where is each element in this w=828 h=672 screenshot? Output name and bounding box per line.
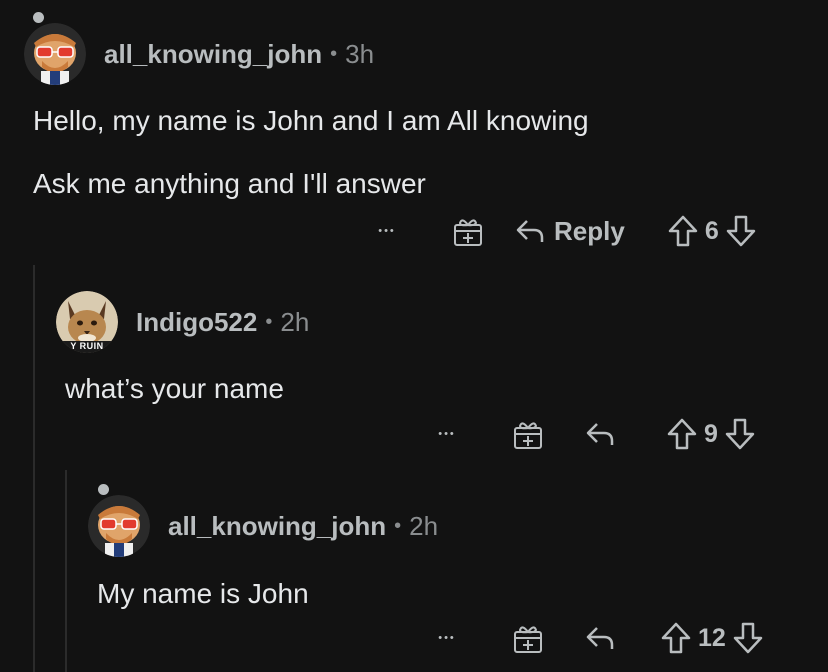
upvote-icon [661, 622, 691, 654]
upvote-icon [668, 215, 698, 247]
timestamp[interactable]: 3h [345, 39, 374, 70]
award-icon [454, 219, 482, 246]
upvote-icon [667, 418, 697, 450]
comment-1: all_knowing_john • 3h Hello, my name is … [0, 0, 828, 265]
downvote-button[interactable] [724, 417, 756, 451]
upvote-button[interactable] [666, 417, 698, 451]
snoo-avatar-icon [24, 23, 86, 85]
avatar[interactable] [24, 23, 86, 85]
reply-button[interactable] [584, 420, 616, 448]
award-button[interactable] [512, 622, 544, 654]
downvote-icon [726, 215, 755, 247]
separator-dot: • [330, 42, 338, 65]
comment-actions: ••• Reply 6 [370, 211, 757, 251]
comment-text-line-1: Hello, my name is John and I am All know… [33, 105, 589, 136]
downvote-icon [733, 622, 763, 654]
upvote-button[interactable] [667, 214, 699, 248]
more-icon: ••• [378, 225, 396, 237]
comment-3: all_knowing_john • 2h My name is John ••… [0, 470, 828, 672]
reply-arrow-icon [516, 220, 544, 242]
comment-text-line-1: what’s your name [65, 373, 284, 404]
comment-2: Y RUIN Indigo522 • 2h what’s your name •… [0, 265, 828, 470]
comment-header: all_knowing_john • 3h [24, 21, 374, 87]
award-button[interactable] [452, 215, 484, 247]
comment-meta: all_knowing_john • 3h [104, 39, 374, 70]
comment-header: Y RUIN Indigo522 • 2h [56, 289, 309, 355]
upvote-button[interactable] [660, 621, 692, 655]
comment-header: all_knowing_john • 2h [88, 493, 438, 559]
comment-actions: ••• 9 [430, 414, 756, 454]
username[interactable]: all_knowing_john [104, 39, 322, 70]
more-options-button[interactable]: ••• [370, 225, 404, 237]
award-button[interactable] [512, 418, 544, 450]
avatar[interactable] [88, 495, 150, 557]
award-icon [514, 626, 542, 653]
comment-meta: Indigo522 • 2h [136, 307, 309, 338]
avatar-caption: Y RUIN [70, 341, 104, 351]
reply-button[interactable]: Reply [514, 216, 625, 247]
reply-arrow-icon [586, 627, 614, 649]
snoo-avatar-icon [88, 495, 150, 557]
timestamp[interactable]: 2h [409, 511, 438, 542]
reply-label: Reply [554, 215, 625, 246]
username[interactable]: Indigo522 [136, 307, 257, 338]
avatar[interactable]: Y RUIN [56, 291, 118, 353]
more-options-button[interactable]: ••• [430, 632, 464, 644]
reply-arrow-icon [586, 423, 614, 445]
downvote-icon [725, 418, 755, 450]
separator-dot: • [265, 310, 273, 333]
reply-button[interactable] [584, 624, 616, 652]
award-icon [514, 422, 542, 449]
more-icon: ••• [438, 428, 456, 440]
comment-text-line-1: My name is John [97, 578, 309, 609]
separator-dot: • [394, 514, 402, 537]
comment-meta: all_knowing_john • 2h [168, 511, 438, 542]
comment-actions: ••• 12 [430, 618, 764, 658]
timestamp[interactable]: 2h [280, 307, 309, 338]
vote-count: 12 [698, 623, 726, 652]
vote-count: 9 [704, 419, 718, 448]
vote-count: 6 [704, 216, 719, 245]
more-options-button[interactable]: ••• [430, 428, 464, 440]
comment-text-line-2: Ask me anything and I'll answer [33, 168, 426, 199]
more-icon: ••• [438, 632, 456, 644]
downvote-button[interactable] [725, 214, 757, 248]
downvote-button[interactable] [732, 621, 764, 655]
username[interactable]: all_knowing_john [168, 511, 386, 542]
